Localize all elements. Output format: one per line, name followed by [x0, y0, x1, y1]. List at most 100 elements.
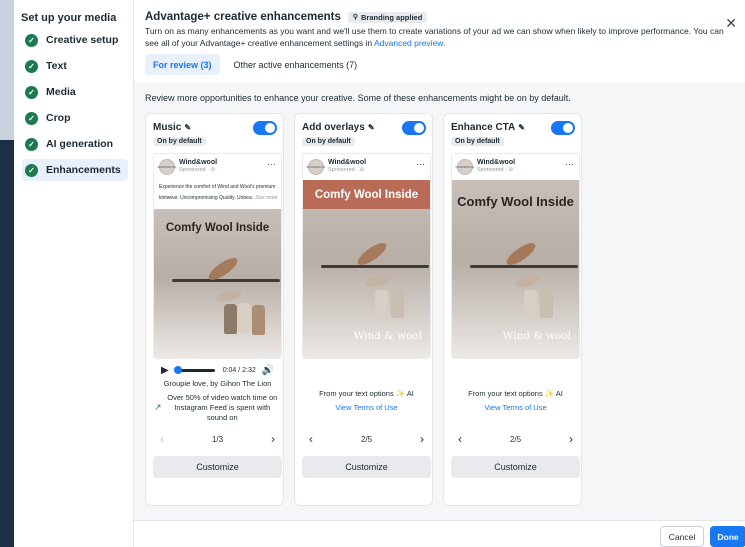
audio-time: 0:04 / 2:32	[222, 366, 256, 374]
hat-shape	[513, 272, 541, 290]
audio-player: ▶ 0:04 / 2:32 🔊	[153, 363, 282, 377]
branding-pin-icon: ⚲	[352, 14, 359, 21]
tab-bar: For review (3) Other active enhancements…	[145, 54, 371, 75]
trend-icon: ↗	[154, 402, 162, 412]
ad-image: Comfy Wool Inside Wind & wool	[452, 180, 579, 358]
on-by-default-chip: On by default	[302, 137, 355, 146]
magic-wand-icon: ✎	[518, 123, 525, 132]
garment-shape	[224, 304, 237, 334]
card-title-label: Add overlays	[302, 122, 365, 133]
enhancement-card-enhance-cta: Enhance CTA ✎ On by default WIND&WOOL Wi…	[443, 113, 582, 506]
brand-avatar: WIND&WOOL	[306, 159, 326, 175]
music-toggle[interactable]	[253, 121, 277, 135]
brand-signature: Wind & wool	[502, 330, 571, 342]
tab-other-active-enhancements[interactable]: Other active enhancements (7)	[226, 54, 366, 75]
setup-sidebar: Set up your media ✓ Creative setup ✓ Tex…	[14, 0, 134, 547]
sidebar-item-label: Creative setup	[46, 34, 119, 46]
close-icon[interactable]: ✕	[725, 15, 737, 32]
check-circle-icon: ✓	[25, 33, 38, 47]
sidebar-item-creative-setup[interactable]: ✓ Creative setup	[22, 29, 128, 51]
chevron-left-icon[interactable]: ‹	[153, 432, 171, 446]
customize-button[interactable]: Customize	[451, 456, 580, 478]
brand-avatar: WIND&WOOL	[455, 159, 475, 175]
ad-image: Comfy Wool Inside	[154, 209, 281, 358]
page-indicator: 2/5	[509, 434, 522, 444]
enhance-cta-toggle[interactable]	[551, 121, 575, 135]
sidebar-item-ai-generation[interactable]: ✓ AI generation	[22, 133, 128, 155]
check-circle-icon: ✓	[25, 163, 38, 177]
sidebar-item-label: Media	[46, 86, 76, 98]
more-options-icon[interactable]: ···	[416, 159, 425, 169]
enhancement-card-music: Music ✎ On by default WIND&WOOL Wind&woo…	[145, 113, 284, 506]
chevron-left-icon[interactable]: ‹	[302, 432, 320, 446]
chevron-right-icon[interactable]: ›	[413, 432, 431, 446]
page-indicator: 1/3	[211, 434, 224, 444]
ad-preview: WIND&WOOL Wind&wool Sponsored · ⊘ ··· Ex…	[153, 153, 282, 359]
volume-icon[interactable]: 🔊	[262, 365, 274, 376]
hat-shape	[364, 272, 392, 290]
brand-name: Wind&wool	[179, 159, 218, 166]
ad-preview: WIND&WOOL Wind&wool Sponsored · ⊘ ··· Co…	[451, 153, 580, 359]
brand-signature: Wind & wool	[353, 330, 422, 342]
panel-header: Advantage+ creative enhancements ⚲ Brand…	[134, 0, 745, 82]
sidebar-item-text[interactable]: ✓ Text	[22, 55, 128, 77]
tab-for-review[interactable]: For review (3)	[145, 54, 220, 75]
see-more-link[interactable]: ...See more	[252, 195, 278, 201]
sidebar-item-crop[interactable]: ✓ Crop	[22, 107, 128, 129]
brand-avatar: WIND&WOOL	[157, 159, 177, 175]
terms-of-use-link[interactable]: View Terms of Use	[451, 403, 580, 412]
song-credit: Groupie love, by Gihon The Lion	[163, 379, 272, 388]
chevron-right-icon[interactable]: ›	[264, 432, 282, 446]
ai-source-text: From your text options ✨ AI	[319, 389, 414, 398]
page-title: Advantage+ creative enhancements	[145, 11, 341, 23]
check-circle-icon: ✓	[25, 111, 38, 125]
sidebar-item-label: Crop	[46, 112, 71, 124]
clothing-rail	[172, 279, 280, 282]
chevron-left-icon[interactable]: ‹	[451, 432, 469, 446]
sidebar-item-label: AI generation	[46, 138, 114, 150]
play-icon[interactable]: ▶	[161, 365, 169, 376]
preview-header: WIND&WOOL Wind&wool Sponsored · ⊘ ···	[154, 154, 281, 180]
audio-progress-bar[interactable]	[173, 365, 215, 374]
chevron-right-icon[interactable]: ›	[562, 432, 580, 446]
sponsored-label: Sponsored · ⊘	[179, 167, 216, 173]
more-options-icon[interactable]: ···	[267, 159, 276, 169]
sidebar-item-label: Enhancements	[46, 164, 121, 176]
ai-source-text: From your text options ✨ AI	[468, 389, 563, 398]
preview-header: WIND&WOOL Wind&wool Sponsored · ⊘ ···	[452, 154, 579, 180]
check-circle-icon: ✓	[25, 137, 38, 151]
sidebar-item-enhancements[interactable]: ✓ Enhancements	[22, 159, 128, 181]
preview-header: WIND&WOOL Wind&wool Sponsored · ⊘ ···	[303, 154, 430, 180]
customize-button[interactable]: Customize	[153, 456, 282, 478]
garment-shape	[540, 288, 553, 318]
more-options-icon[interactable]: ···	[565, 159, 574, 169]
card-title: Enhance CTA ✎	[451, 122, 525, 133]
garment-shape	[524, 290, 537, 320]
add-overlays-toggle[interactable]	[402, 121, 426, 135]
enhancement-card-add-overlays: Add overlays ✎ On by default WIND&WOOL W…	[294, 113, 433, 506]
on-by-default-chip: On by default	[153, 137, 206, 146]
image-headline: Comfy Wool Inside	[457, 194, 574, 209]
sidebar-item-media[interactable]: ✓ Media	[22, 81, 128, 103]
check-circle-icon: ✓	[25, 59, 38, 73]
ad-image: Comfy Wool Inside Wind & wool	[303, 180, 430, 358]
sound-stat-text: Over 50% of video watch time on Instagra…	[167, 393, 278, 422]
customize-button[interactable]: Customize	[302, 456, 431, 478]
ad-primary-text: Experience the comfort of Wind and Wool'…	[159, 182, 278, 204]
clothing-rail	[470, 265, 578, 268]
cancel-button[interactable]: Cancel	[660, 526, 704, 547]
audio-progress-knob[interactable]	[173, 365, 182, 374]
advanced-preview-link[interactable]: Advanced preview.	[374, 38, 445, 48]
background-panel-top	[0, 0, 14, 140]
done-button[interactable]: Done	[710, 526, 745, 547]
brand-name: Wind&wool	[477, 159, 516, 166]
card-title: Add overlays ✎	[302, 122, 375, 133]
ad-preview: WIND&WOOL Wind&wool Sponsored · ⊘ ··· Co…	[302, 153, 431, 359]
sponsored-label: Sponsored · ⊘	[328, 167, 365, 173]
terms-of-use-link[interactable]: View Terms of Use	[302, 403, 431, 412]
image-headline: Comfy Wool Inside	[165, 222, 270, 234]
card-title-label: Enhance CTA	[451, 122, 516, 133]
magic-wand-icon: ✎	[367, 123, 375, 132]
check-circle-icon: ✓	[25, 85, 38, 99]
garment-shape	[238, 303, 251, 333]
